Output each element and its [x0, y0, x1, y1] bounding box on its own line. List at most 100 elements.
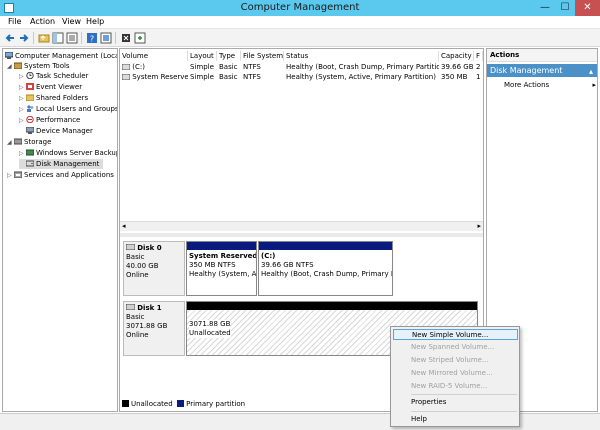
back-icon[interactable] [4, 32, 16, 44]
expand-arrow-icon[interactable]: ▷ [19, 94, 26, 103]
event-viewer-icon [26, 83, 34, 90]
menu-item-new-spanned-volume[interactable]: New Spanned Volume... [393, 342, 518, 353]
toolbar-separator [33, 32, 34, 44]
scroll-right-icon[interactable]: ▸ [477, 222, 481, 231]
tree-item-label: Computer Management (Local [15, 52, 117, 60]
expand-arrow-icon[interactable]: ▷ [19, 83, 26, 92]
tree-item-device-manager[interactable]: Device Manager [19, 126, 117, 136]
primary-partition-bar [187, 242, 256, 250]
volume-c[interactable]: (C:) 39.66 GB NTFS Healthy (Boot, Crash … [258, 241, 393, 296]
menu-help[interactable]: Help [86, 17, 104, 26]
delete-icon[interactable] [120, 32, 132, 44]
volume-capacity: 350 MB [441, 73, 468, 81]
menu-item-properties[interactable]: Properties [393, 397, 518, 408]
legend-label-unallocated: Unallocated [131, 400, 173, 408]
volume-free-space: 2 [476, 63, 481, 71]
volume-layout: Simple [190, 63, 214, 71]
tree-item-label: Disk Management [36, 160, 100, 168]
column-header-capacity[interactable]: Capacity [439, 51, 474, 61]
tree-item-label: Local Users and Groups [36, 105, 117, 113]
properties-icon[interactable] [100, 32, 112, 44]
tree-item-event-viewer[interactable]: ▷ Event Viewer [19, 82, 117, 92]
legend-swatch-primary [177, 400, 185, 407]
tree-item-performance[interactable]: ▷ Performance [19, 115, 117, 125]
expand-arrow-icon[interactable]: ▷ [19, 116, 26, 125]
tree-item-local-users-groups[interactable]: ▷ Local Users and Groups [19, 104, 117, 114]
column-header-free-space[interactable]: F [474, 51, 483, 61]
menu-action[interactable]: Action [30, 17, 55, 26]
tree-item-disk-management[interactable]: Disk Management [19, 159, 103, 169]
help-icon[interactable]: ? [86, 32, 98, 44]
column-header-layout[interactable]: Layout [188, 51, 217, 61]
tree-item-storage[interactable]: ◢ Storage [7, 137, 117, 147]
collapse-arrow-icon[interactable]: ◢ [7, 138, 14, 147]
actions-title: Actions [487, 49, 597, 62]
column-header-volume[interactable]: Volume [120, 51, 188, 61]
menu-item-new-striped-volume[interactable]: New Striped Volume... [393, 355, 518, 366]
menu-file[interactable]: File [8, 17, 21, 26]
volume-info: 39.66 GB NTFS [261, 261, 314, 269]
expand-arrow-icon[interactable]: ▷ [19, 149, 26, 158]
column-header-type[interactable]: Type [217, 51, 241, 61]
volume-icon [121, 63, 131, 71]
menu-item-new-mirrored-volume[interactable]: New Mirrored Volume... [393, 368, 518, 379]
list-view-icon[interactable] [66, 32, 78, 44]
disk-status: Online [126, 271, 149, 279]
tree-item-computer-management[interactable]: Computer Management (Local [5, 51, 117, 61]
tree-item-services-applications[interactable]: ▷ Services and Applications [7, 170, 117, 180]
collapse-arrow-icon[interactable]: ◢ [7, 62, 14, 71]
column-header-file-system[interactable]: File System [241, 51, 284, 61]
tree-item-label: Event Viewer [36, 83, 83, 91]
disk-0-label[interactable]: Disk 0 Basic 40.00 GB Online [123, 241, 185, 296]
scroll-left-icon[interactable]: ◂ [122, 222, 126, 231]
unallocated-label: Unallocated [189, 329, 231, 338]
table-row[interactable]: System Reserved [120, 72, 188, 82]
actions-section-label: Disk Management [490, 66, 563, 75]
horizontal-scrollbar[interactable]: ◂ ▸ [120, 221, 483, 231]
expand-arrow-icon[interactable]: ▷ [19, 105, 26, 114]
unallocated-bar [187, 302, 477, 310]
tree-item-system-tools[interactable]: ◢ System Tools [7, 61, 117, 71]
volume-icon [121, 73, 131, 81]
volume-capacity: 39.66 GB [441, 63, 474, 71]
expand-arrow-icon[interactable]: ▷ [7, 171, 14, 180]
actions-section-disk-management[interactable]: Disk Management ▴ [487, 64, 597, 77]
backup-icon [26, 149, 34, 156]
menu-item-new-raid5-volume[interactable]: New RAID-5 Volume... [393, 381, 518, 392]
up-folder-icon[interactable] [38, 32, 50, 44]
minimize-button[interactable]: — [535, 0, 555, 16]
show-hide-tree-icon[interactable] [52, 32, 64, 44]
disk-size: 40.00 GB [126, 262, 159, 270]
close-button[interactable]: ✕ [575, 0, 600, 16]
expand-arrow-icon[interactable]: ▷ [19, 72, 26, 81]
maximize-button[interactable]: ☐ [555, 0, 575, 16]
context-menu: New Simple Volume... New Spanned Volume.… [390, 326, 520, 427]
legend: Unallocated Primary partition [122, 400, 245, 408]
more-actions-item[interactable]: More Actions ▸ [504, 80, 596, 90]
menu-view[interactable]: View [62, 17, 81, 26]
title-bar: Computer Management — ☐ ✕ [0, 0, 600, 16]
disk-name: Disk 1 [137, 304, 162, 312]
collapse-caret-icon[interactable]: ▴ [589, 65, 593, 78]
tree-item-task-scheduler[interactable]: ▷ Task Scheduler [19, 71, 117, 81]
legend-swatch-unallocated [122, 400, 129, 407]
table-row[interactable]: (C:) [120, 62, 188, 72]
volume-free-space: 1 [476, 73, 481, 81]
volume-system-reserved[interactable]: System Reserved 350 MB NTFS Healthy (Sys… [186, 241, 257, 296]
toolbar: ? [0, 29, 600, 47]
menu-bar: File Action View Help [0, 16, 600, 29]
column-header-status[interactable]: Status [284, 51, 439, 61]
tree-item-shared-folders[interactable]: ▷ Shared Folders [19, 93, 117, 103]
volume-name: System Reserved [132, 73, 188, 81]
refresh-icon[interactable] [134, 32, 146, 44]
menu-item-help[interactable]: Help [393, 414, 518, 425]
tree-item-windows-server-backup[interactable]: ▷ Windows Server Backup [19, 148, 117, 158]
services-icon [14, 171, 22, 178]
window-title: Computer Management [240, 2, 360, 13]
forward-icon[interactable] [18, 32, 30, 44]
volume-layout: Simple [190, 73, 214, 81]
volume-title: System Reserved [189, 252, 257, 260]
menu-item-new-simple-volume[interactable]: New Simple Volume... [393, 329, 518, 340]
disk-1-label[interactable]: Disk 1 Basic 3071.88 GB Online [123, 301, 185, 356]
performance-icon [26, 116, 34, 123]
